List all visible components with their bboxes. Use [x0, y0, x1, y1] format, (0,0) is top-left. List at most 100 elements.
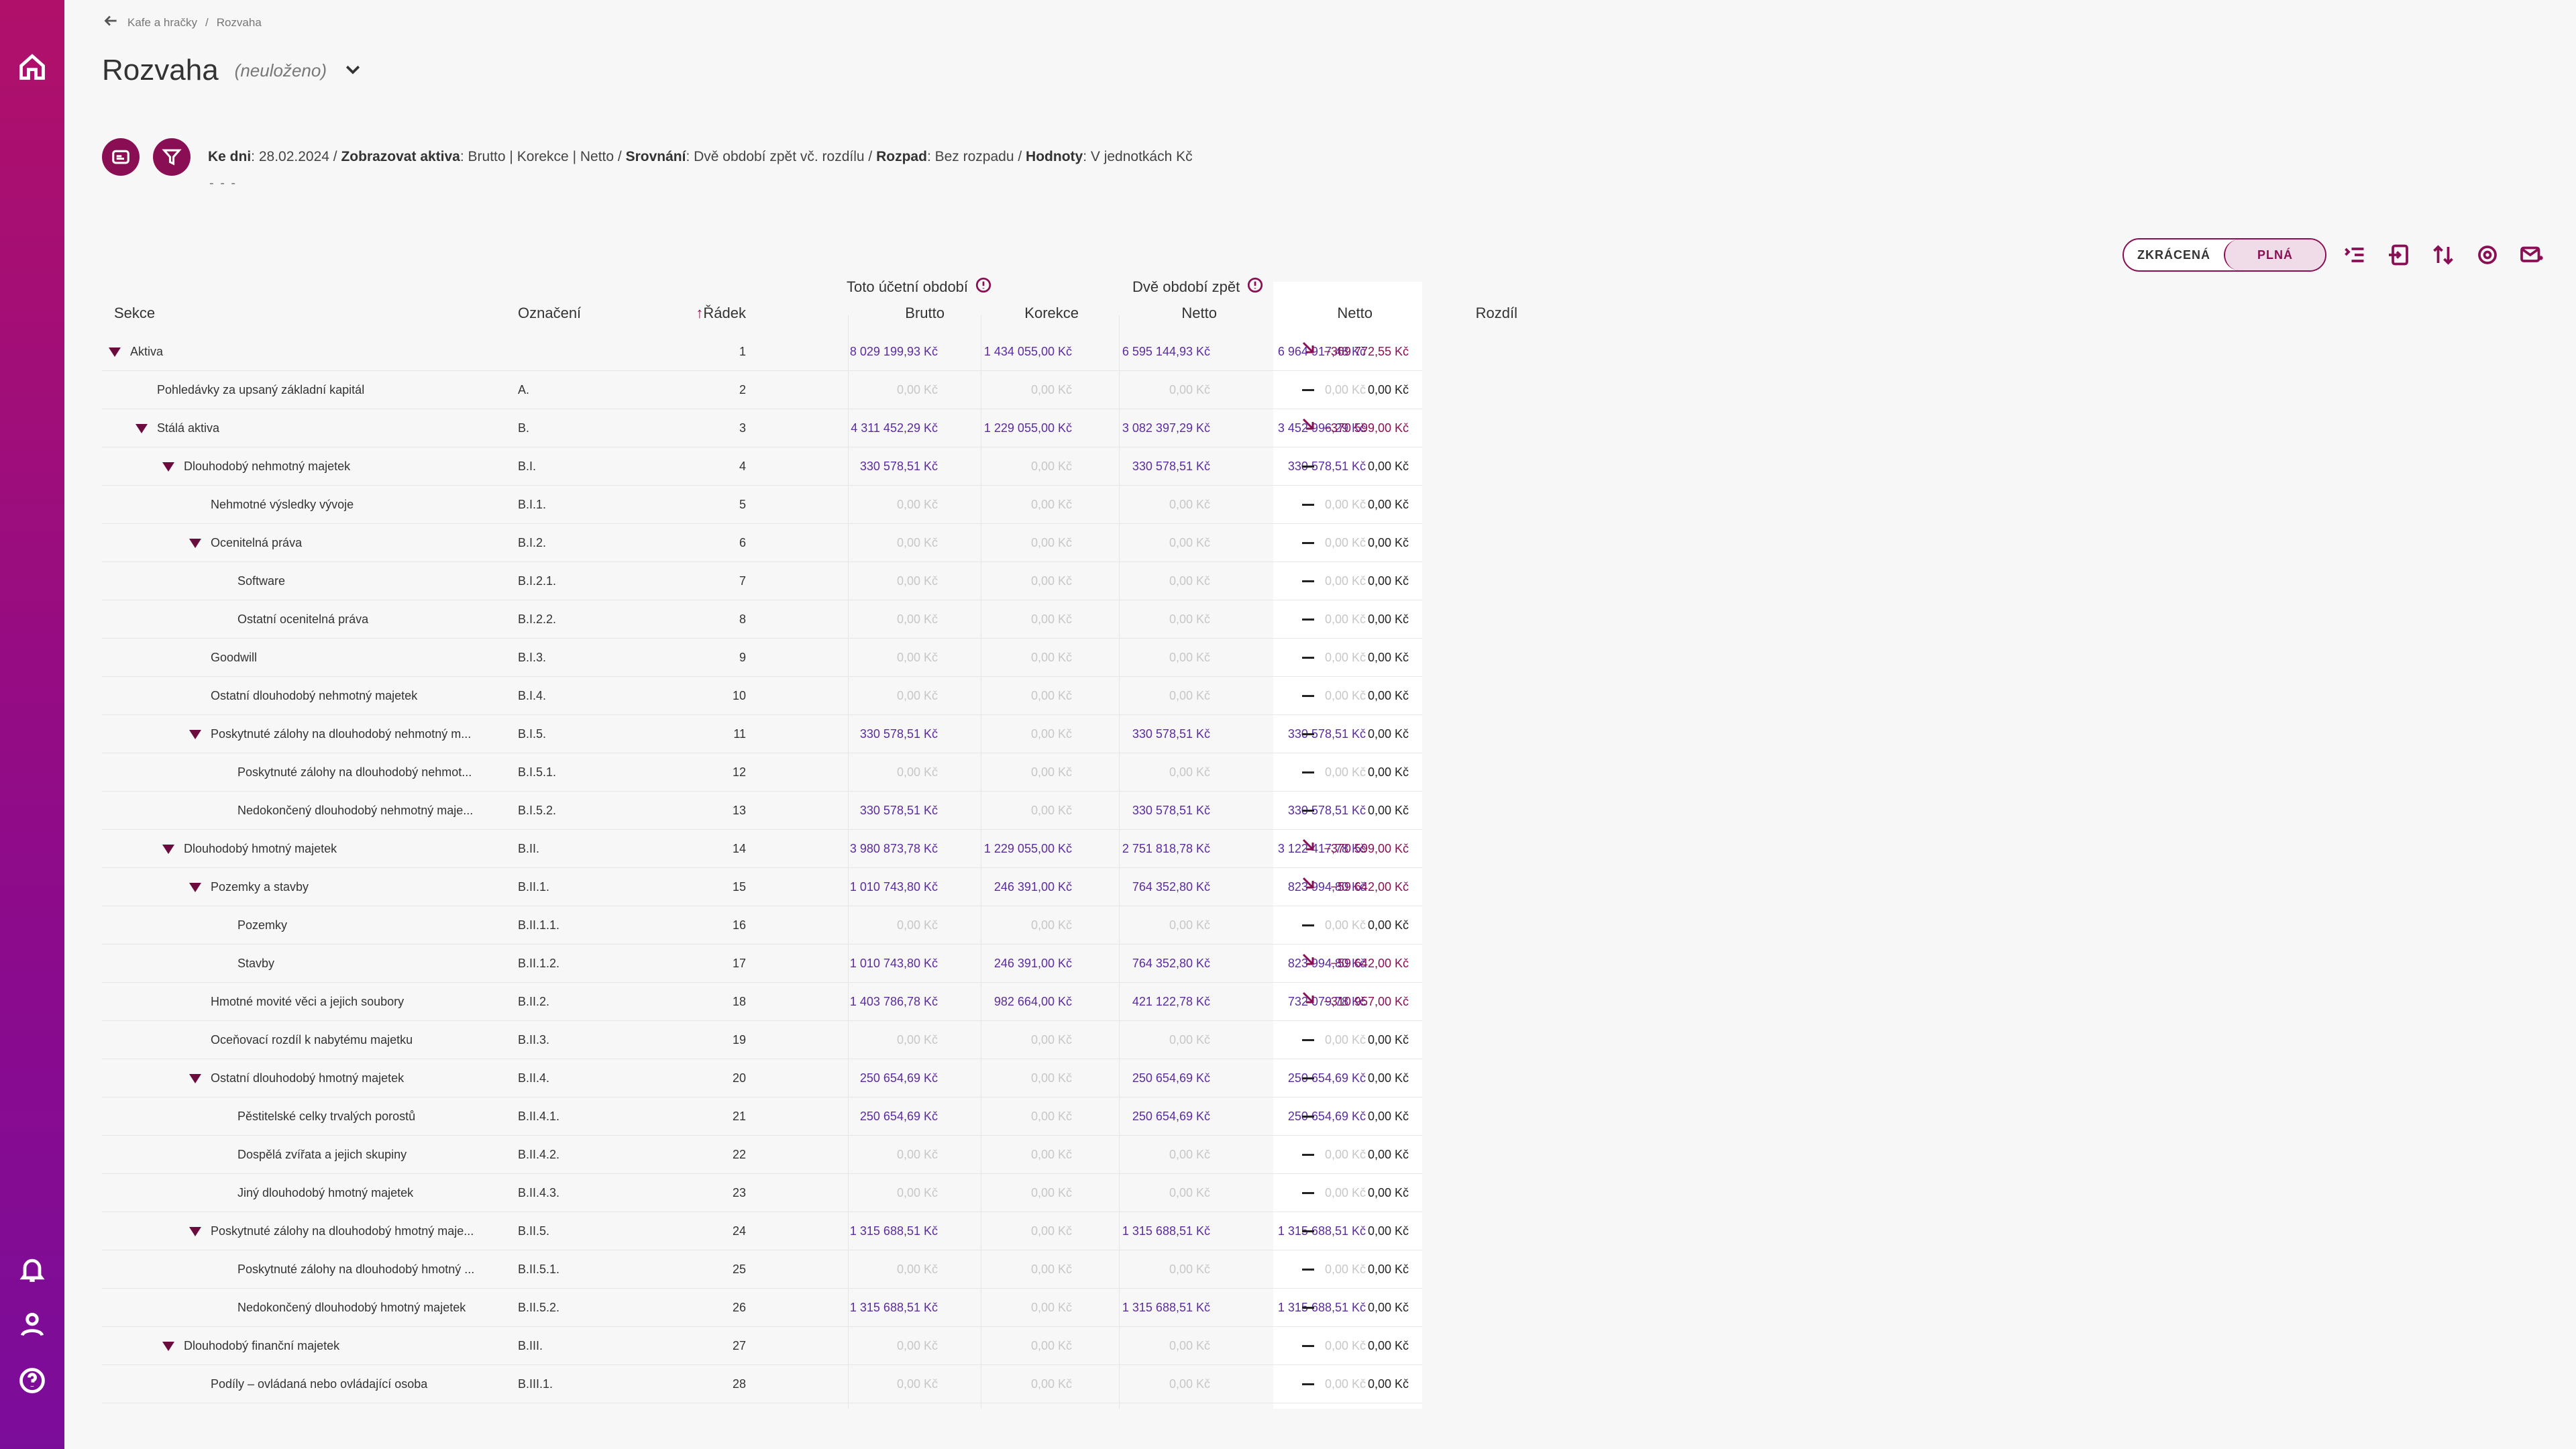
expand-toggle-icon[interactable] — [109, 347, 121, 357]
trend-flat-icon — [1302, 1077, 1314, 1079]
table-row[interactable]: Podíly – ovládaná nebo ovládající osoba B… — [102, 1365, 1422, 1403]
expand-toggle-icon[interactable] — [189, 729, 201, 739]
cell-radek: 21 — [732, 1110, 746, 1123]
cell-radek: 25 — [732, 1263, 746, 1276]
help-icon[interactable] — [16, 1364, 48, 1397]
table-row[interactable]: Stálá aktiva B. 3 4 311 452,29 Kč 1 229 055,… — [102, 409, 1422, 447]
chevron-down-icon[interactable] — [343, 59, 363, 83]
col-sekce[interactable]: Sekce — [114, 303, 155, 323]
cell-radek: 17 — [732, 957, 746, 970]
table-row[interactable]: Nedokončený dlouhodobý nehmotný maje... B… — [102, 792, 1422, 830]
info-icon[interactable] — [975, 276, 992, 298]
table-row[interactable]: Pozemky a stavby B.II.1. 15 1 010 743,80 Kč… — [102, 868, 1422, 906]
cell-radek: 13 — [732, 804, 746, 817]
row-label: Nehmotné výsledky vývoje — [211, 498, 354, 511]
view-full-button[interactable]: PLNÁ — [2224, 239, 2325, 270]
trend-down-icon — [1300, 333, 1316, 371]
table-row[interactable]: Jiný dlouhodobý hmotný majetek B.II.4.3. 2… — [102, 1174, 1422, 1212]
table-row[interactable]: Pohledávky za upsaný základní kapitál A. 2… — [102, 371, 1422, 409]
table-row[interactable]: Pěstitelské celky trvalých porostů B.II.4… — [102, 1097, 1422, 1136]
col-oznaceni[interactable]: Označení — [518, 303, 581, 323]
cell-oznaceni: B.II.4.1. — [518, 1110, 560, 1123]
col-netto[interactable]: Netto — [1059, 303, 1217, 323]
table-row[interactable]: Ostatní ocenitelná práva B.I.2.2. 8 0,00 Kč… — [102, 600, 1422, 639]
table-row[interactable]: Ocenitelná práva B.I.2. 6 0,00 Kč 0,00 Kč 0,0… — [102, 524, 1422, 562]
cell-rozdil: 0,00 Kč — [1367, 1224, 1409, 1238]
cell-radek: 12 — [732, 765, 746, 779]
home-icon[interactable] — [16, 51, 48, 83]
cell-rozdil: 0,00 Kč — [1367, 383, 1409, 396]
trend-down-icon — [1300, 945, 1316, 983]
table-row[interactable]: Dlouhodobý hmotný majetek B.II. 14 3 980 87… — [102, 830, 1422, 868]
expand-toggle-icon[interactable] — [162, 462, 174, 472]
sort-icon[interactable] — [2430, 241, 2457, 268]
trend-flat-icon — [1302, 695, 1314, 697]
group-header-current: Toto účetní období — [847, 276, 992, 298]
expand-toggle-icon[interactable] — [136, 423, 148, 433]
table-row[interactable]: Ostatní dlouhodobý nehmotný majetek B.I.4… — [102, 677, 1422, 715]
table-row[interactable]: Software B.I.2.1. 7 0,00 Kč 0,00 Kč 0,00 Kč 0,… — [102, 562, 1422, 600]
cell-rozdil: 0,00 Kč — [1367, 1033, 1409, 1046]
settings-icon[interactable] — [2474, 241, 2501, 268]
col-radek[interactable]: ↑Řádek — [652, 303, 746, 323]
bell-icon[interactable] — [16, 1253, 48, 1285]
row-label: Ocenitelná práva — [211, 536, 303, 549]
expand-toggle-icon[interactable] — [189, 1226, 201, 1236]
expand-toggle-icon[interactable] — [162, 844, 174, 854]
filter-breakdown-label: Rozpad — [876, 149, 927, 164]
expand-toggle-icon[interactable] — [189, 538, 201, 548]
info-icon[interactable] — [1246, 276, 1264, 298]
table-row[interactable]: Dospělá zvířata a jejich skupiny B.II.4.2… — [102, 1136, 1422, 1174]
expand-toggle-icon[interactable] — [189, 882, 201, 892]
filter-button[interactable] — [153, 138, 191, 176]
cell-netto: 421 122,78 Kč — [1132, 995, 1210, 1008]
cell-radek: 20 — [732, 1071, 746, 1085]
cell-radek: 8 — [739, 612, 746, 626]
col-korekce[interactable]: Korekce — [920, 303, 1079, 323]
expand-toggle-icon[interactable] — [189, 1073, 201, 1083]
expand-toggle-icon[interactable] — [162, 1341, 174, 1351]
table-row[interactable]: Oceňovací rozdíl k nabytému majetku B.II.… — [102, 1021, 1422, 1059]
col-rozdil[interactable]: Rozdíl — [1342, 303, 1517, 323]
trend-flat-icon — [1302, 1230, 1314, 1232]
view-short-button[interactable]: ZKRÁCENÁ — [2124, 239, 2224, 270]
row-label: Stálá aktiva — [157, 421, 220, 435]
table-row[interactable]: Aktiva 1 8 029 199,93 Kč 1 434 055,00 Kč 6 5… — [102, 333, 1422, 371]
cell-netto: 1 315 688,51 Kč — [1122, 1301, 1210, 1314]
table-row[interactable]: Goodwill B.I.3. 9 0,00 Kč 0,00 Kč 0,00 Kč 0,00… — [102, 639, 1422, 677]
table-row[interactable]: Dlouhodobý nehmotný majetek B.I. 4 330 578,… — [102, 447, 1422, 486]
table-row[interactable]: Poskytnuté zálohy na dlouhodobý hmotný .… — [102, 1250, 1422, 1289]
cell-sekce: Stálá aktiva — [109, 409, 504, 447]
filter-display-value: Brutto | Korekce | Netto — [468, 149, 614, 164]
back-arrow-icon[interactable] — [102, 12, 119, 33]
cell-rozdil: 0,00 Kč — [1367, 498, 1409, 511]
cell-radek: 3 — [739, 421, 746, 435]
table-row[interactable]: Dlouhodobý finanční majetek B.III. 27 0,00 … — [102, 1327, 1422, 1365]
export-icon[interactable] — [2385, 241, 2412, 268]
collapse-tree-icon[interactable] — [2341, 241, 2368, 268]
cell-sekce: Dlouhodobý finanční majetek — [109, 1327, 504, 1365]
table-row[interactable]: Poskytnuté zálohy na dlouhodobý nehmot..… — [102, 753, 1422, 792]
table-row[interactable]: Stavby B.II.1.2. 17 1 010 743,80 Kč 246 391,… — [102, 945, 1422, 983]
table-row[interactable]: Poskytnuté zálohy na dlouhodobý nehmotný… — [102, 715, 1422, 753]
send-mail-icon[interactable] — [2518, 241, 2545, 268]
cell-netto: 0,00 Kč — [1169, 536, 1210, 549]
table-row[interactable]: Ostatní dlouhodobý hmotný majetek B.II.4.… — [102, 1059, 1422, 1097]
filter-compare-label: Srovnání — [625, 149, 686, 164]
table-row[interactable]: Poskytnuté zálohy na dlouhodobý hmotný m… — [102, 1212, 1422, 1250]
trend-flat-icon — [1302, 389, 1314, 391]
table-row[interactable]: Nedokončený dlouhodobý hmotný majetek B.I… — [102, 1289, 1422, 1327]
cell-rozdil: 0,00 Kč — [1367, 1148, 1409, 1161]
cell-radek: 22 — [732, 1148, 746, 1161]
cell-oznaceni: B.II. — [518, 842, 540, 855]
view-toggle[interactable]: ZKRÁCENÁ PLNÁ — [2123, 238, 2326, 272]
user-icon[interactable] — [16, 1308, 48, 1340]
table-row[interactable]: Nehmotné výsledky vývoje B.I.1. 5 0,00 Kč 0,… — [102, 486, 1422, 524]
table-row[interactable]: Pozemky B.II.1.1. 16 0,00 Kč 0,00 Kč 0,00 Kč 0… — [102, 906, 1422, 945]
cell-rozdil: 0,00 Kč — [1367, 1071, 1409, 1085]
cell-oznaceni: B.I.2.1. — [518, 574, 557, 588]
report-settings-button[interactable] — [102, 138, 140, 176]
breadcrumb-company[interactable]: Kafe a hračky — [127, 16, 197, 30]
filter-summary[interactable]: Ke dni: 28.02.2024 / Zobrazovat aktiva: … — [208, 149, 1193, 165]
table-row[interactable]: Hmotné movité věci a jejich soubory B.II.… — [102, 983, 1422, 1021]
